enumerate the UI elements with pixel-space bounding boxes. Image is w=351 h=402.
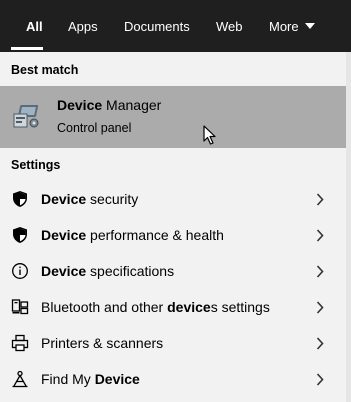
chevron-right-icon xyxy=(316,265,324,278)
settings-item-label: Bluetooth and other devices settings xyxy=(41,299,270,315)
active-tab-indicator xyxy=(11,47,43,50)
best-match-item-device-manager[interactable]: Device Manager Control panel xyxy=(0,86,346,148)
info-icon xyxy=(12,263,28,279)
best-match-heading: Best match xyxy=(11,63,79,77)
tab-more-label: More xyxy=(269,18,299,34)
chevron-right-icon xyxy=(316,229,324,242)
tab-apps[interactable]: Apps xyxy=(68,0,98,52)
devices-icon xyxy=(11,299,29,315)
settings-item-device-security[interactable]: Device security xyxy=(0,181,346,217)
settings-item-printers-scanners[interactable]: Printers & scanners xyxy=(0,325,346,361)
shield-icon xyxy=(13,227,27,243)
shield-icon xyxy=(13,191,27,207)
chevron-right-icon xyxy=(316,193,324,206)
settings-item-label: Device specifications xyxy=(41,263,175,279)
chevron-right-icon xyxy=(316,373,324,386)
search-scope-tabs: All Apps Documents Web More xyxy=(0,0,351,52)
settings-heading: Settings xyxy=(11,158,61,172)
scrollbar[interactable] xyxy=(346,52,351,402)
mouse-pointer-icon xyxy=(203,125,216,145)
chevron-right-icon xyxy=(316,337,324,350)
device-manager-icon xyxy=(13,105,39,128)
settings-item-label: Find My Device xyxy=(41,371,140,387)
best-match-title: Device Manager xyxy=(57,97,162,113)
settings-item-label: Device performance & health xyxy=(41,227,224,243)
settings-item-find-my-device[interactable]: Find My Device xyxy=(0,361,346,397)
caret-down-icon xyxy=(304,23,315,29)
printer-icon xyxy=(11,334,29,352)
best-match-subtitle: Control panel xyxy=(57,121,132,135)
find-device-icon xyxy=(12,370,28,388)
chevron-right-icon xyxy=(316,301,324,314)
tab-more[interactable]: More xyxy=(269,0,315,52)
settings-item-label: Device security xyxy=(41,191,139,207)
settings-item-device-specifications[interactable]: Device specifications xyxy=(0,253,346,289)
tab-all[interactable]: All xyxy=(26,0,43,52)
settings-item-bluetooth-devices[interactable]: Bluetooth and other devices settings xyxy=(0,289,346,325)
tab-documents[interactable]: Documents xyxy=(124,0,190,52)
settings-item-device-performance-health[interactable]: Device performance & health xyxy=(0,217,346,253)
settings-item-label: Printers & scanners xyxy=(41,335,164,351)
tab-web[interactable]: Web xyxy=(216,0,243,52)
